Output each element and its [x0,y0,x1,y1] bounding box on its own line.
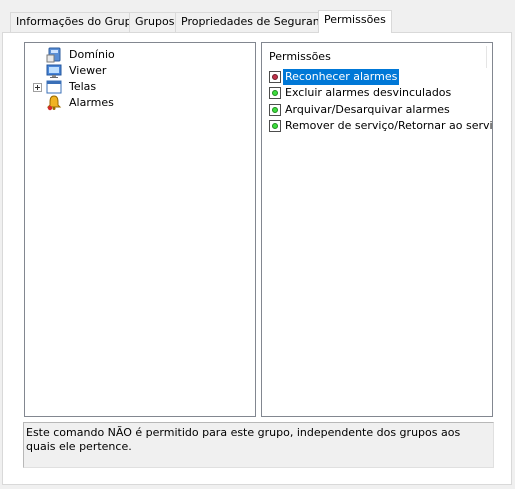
tree-item-label: Viewer [69,64,107,77]
tree-item-viewer[interactable]: Viewer [25,63,225,79]
tab-security-properties[interactable]: Propriedades de Segurança [175,12,339,32]
security-tree-pane[interactable]: Domínio Viewer Telas Alarmes [24,42,256,417]
permission-label: Excluir alarmes desvinculados [285,86,452,99]
screens-icon [46,79,62,95]
tree-item-label: Alarmes [69,96,114,109]
tree-item-label: Domínio [69,48,115,61]
tab-group-info[interactable]: Informações do Grupo [10,12,145,32]
permission-state-checkbox[interactable] [269,104,281,116]
tree-item-alarms[interactable]: Alarmes [25,95,225,111]
permission-label: Arquivar/Desarquivar alarmes [285,103,450,116]
tab-groups[interactable]: Grupos [129,12,181,32]
allowed-dot-icon [272,123,278,129]
domain-icon [46,47,62,63]
permission-state-checkbox[interactable] [269,87,281,99]
tree-item-screens[interactable]: Telas [25,79,225,95]
viewer-icon [46,63,62,79]
allowed-dot-icon [272,90,278,96]
permission-label: Reconhecer alarmes [283,69,400,85]
allowed-dot-icon [272,107,278,113]
expand-icon[interactable] [33,83,42,92]
permission-label: Remover de serviço/Retornar ao serviço a… [285,119,493,132]
tree-item-label: Telas [69,80,97,93]
column-divider[interactable] [486,46,487,68]
denied-dot-icon [272,74,278,80]
permissions-header: Permissões [269,50,331,63]
permissions-list-pane[interactable]: Permissões Reconhecer alarmes Excluir al… [261,42,493,417]
alarms-icon [46,95,62,111]
tab-permissions[interactable]: Permissões [318,10,392,33]
permissions-tab-panel: Domínio Viewer Telas Alarmes Permissões … [2,32,512,485]
permission-description: Este comando NÃO é permitido para este g… [23,422,494,468]
permission-state-checkbox[interactable] [269,71,281,83]
permission-state-checkbox[interactable] [269,120,281,132]
tree-item-domain[interactable]: Domínio [25,47,225,63]
